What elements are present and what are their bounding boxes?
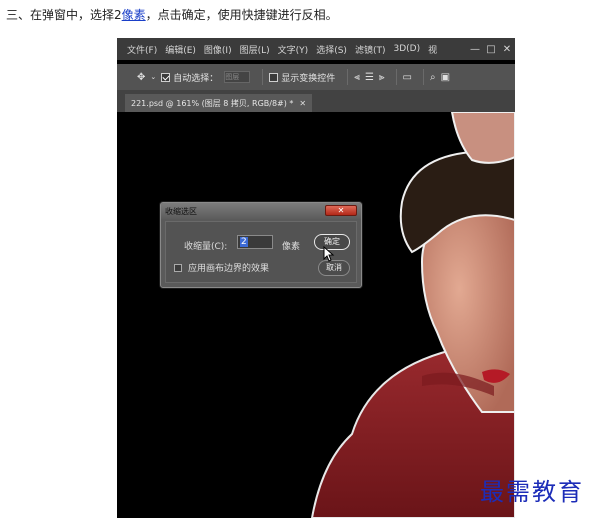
menu-filter[interactable]: 滤镜(T) (351, 43, 390, 56)
menu-3d[interactable]: 3D(D) (389, 44, 424, 54)
close-window-button[interactable]: ✕ (499, 44, 515, 55)
menu-type[interactable]: 文字(Y) (274, 43, 313, 56)
search-icon[interactable]: ⌕ (430, 72, 436, 83)
portrait-image (310, 112, 515, 518)
watermark-text: 最需教育 (480, 478, 584, 506)
chevron-down-icon[interactable]: ⌄ (150, 73, 156, 81)
canvas-effect-option[interactable]: 应用画布边界的效果 (174, 261, 269, 274)
align-left-icon[interactable]: ⫷ (354, 72, 360, 83)
menu-edit[interactable]: 编辑(E) (161, 43, 200, 56)
show-transform-option[interactable]: 显示变换控件 (269, 71, 335, 84)
contract-amount-label: 收缩量(C): (184, 242, 228, 252)
distribute-icon[interactable]: ▭ (403, 72, 412, 83)
tab-close-icon[interactable]: ✕ (299, 99, 306, 108)
auto-select-checkbox[interactable] (161, 72, 171, 82)
auto-select-label: 自动选择： (173, 73, 219, 84)
document-tab-bar: 221.psd @ 161% (图层 8 拷贝, RGB/8#) * ✕ (117, 90, 515, 112)
align-right-icon[interactable]: ⫸ (379, 72, 385, 83)
maximize-button[interactable]: □ (483, 44, 499, 55)
document-tab-title: 221.psd @ 161% (图层 8 拷贝, RGB/8#) * (131, 99, 294, 108)
instruction-after: ，点击确定，使用快捷键进行反相。 (145, 8, 338, 22)
instruction-before: 三、在弹窗中，选择2 (6, 8, 122, 22)
show-transform-label: 显示变换控件 (281, 73, 336, 84)
minimize-button[interactable]: — (467, 44, 483, 55)
show-transform-checkbox[interactable] (269, 72, 279, 82)
toolbar-divider (347, 69, 349, 85)
contract-selection-dialog: 收缩选区 ✕ 收缩量(C): 2 像素 确定 取消 应用画布边界的效果 (160, 202, 362, 288)
document-tab[interactable]: 221.psd @ 161% (图层 8 拷贝, RGB/8#) * ✕ (125, 94, 313, 112)
instruction-text: 三、在弹窗中，选择2像素，点击确定，使用快捷键进行反相。 (6, 6, 338, 23)
menu-layer[interactable]: 图层(L) (236, 43, 274, 56)
menu-image[interactable]: 图像(I) (200, 43, 236, 56)
toolbar-divider (395, 69, 397, 85)
auto-select-dropdown[interactable]: 图层 (224, 71, 251, 83)
cancel-button[interactable]: 取消 (318, 260, 350, 276)
panel-toggle-icon[interactable]: ▣ (441, 72, 450, 83)
toolbar-divider (262, 69, 264, 85)
mouse-cursor-icon (323, 246, 335, 262)
pixel-link[interactable]: 像素 (122, 8, 146, 22)
dialog-close-button[interactable]: ✕ (325, 205, 357, 216)
toolbar-divider (423, 69, 424, 85)
menu-view[interactable]: 视 (424, 43, 441, 56)
canvas-effect-checkbox[interactable] (174, 263, 182, 272)
contract-amount-value: 2 (240, 237, 248, 247)
move-tool-icon[interactable]: ✥ (137, 72, 145, 83)
options-bar: ✥ ⌄ 自动选择： 图层 显示变换控件 ⫷ ☰ ⫸ ▭ ⌕ ▣ (117, 64, 515, 90)
align-center-icon[interactable]: ☰ (365, 72, 374, 83)
auto-select-option[interactable]: 自动选择： (161, 71, 218, 84)
window-controls: — □ ✕ (467, 38, 515, 60)
menu-file[interactable]: 文件(F) (123, 43, 161, 56)
contract-amount-input[interactable]: 2 (237, 235, 273, 249)
document-canvas[interactable] (122, 112, 515, 518)
canvas-effect-label: 应用画布边界的效果 (188, 264, 270, 274)
unit-label: 像素 (282, 242, 301, 252)
menu-select[interactable]: 选择(S) (312, 43, 351, 56)
menu-bar: 文件(F) 编辑(E) 图像(I) 图层(L) 文字(Y) 选择(S) 滤镜(T… (117, 38, 515, 60)
